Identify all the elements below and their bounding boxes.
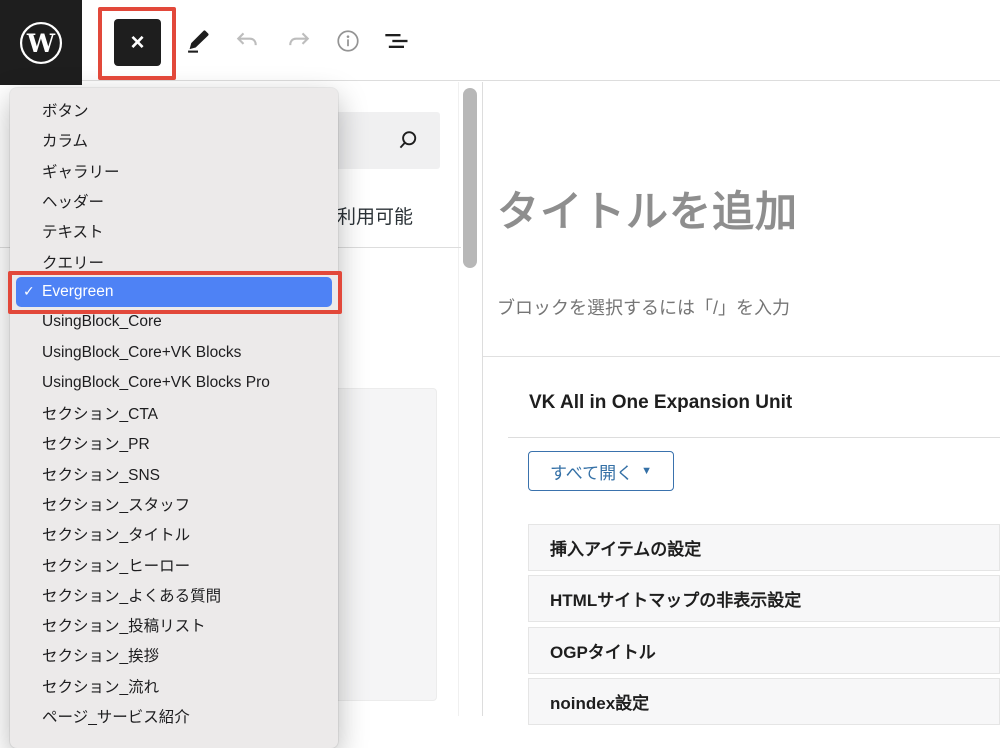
dropdown-option-label: セクション_流れ [42,675,159,697]
dropdown-option[interactable]: セクション_ヒーロー [10,549,338,579]
accordion-header[interactable]: noindex設定 [528,678,1000,725]
accordion-header[interactable]: OGPタイトル [528,627,1000,674]
dropdown-option[interactable]: カラム [10,125,338,155]
metabox-separator [483,356,1000,357]
annotation-box-close-button [98,7,176,80]
annotation-box-evergreen [8,271,342,314]
info-icon[interactable] [333,26,363,56]
dropdown-option[interactable]: ページ_サービス紹介 [10,701,338,731]
dropdown-option[interactable]: ボタン [10,95,338,125]
dropdown-option[interactable]: ギャラリー [10,156,338,186]
dropdown-option-label: セクション_挨拶 [42,644,159,666]
dropdown-option-label: セクション_SNS [42,463,160,485]
caret-down-icon: ▼ [641,465,652,477]
redo-icon[interactable] [284,26,314,56]
dropdown-option-label: セクション_投稿リスト [42,614,206,636]
dropdown-option-label: セクション_タイトル [42,523,190,545]
dropdown-option-label: セクション_スタッフ [42,493,190,515]
inserter-scrollbar[interactable] [463,88,477,268]
dropdown-option[interactable]: セクション_投稿リスト [10,610,338,640]
undo-icon[interactable] [232,26,262,56]
vk-metabox-rule [508,437,1000,438]
dropdown-option-label: セクション_ヒーロー [42,554,190,576]
patterns-available-label: 利用可能 [337,202,413,229]
dropdown-option[interactable]: ヘッダー [10,186,338,216]
accordion-header[interactable]: 挿入アイテムの設定 [528,524,1000,571]
wp-logo-letter: W [26,27,56,57]
dropdown-option[interactable]: セクション_流れ [10,671,338,701]
dropdown-option-label: テキスト [42,220,104,242]
post-title-placeholder[interactable]: タイトルを追加 [497,178,798,239]
dropdown-option-label: UsingBlock_Core+VK Blocks Pro [42,374,270,392]
pattern-preview-card[interactable] [330,388,437,701]
open-all-button[interactable]: すべて開く ▼ [528,451,674,491]
editor-canvas: タイトルを追加 ブロックを選択するには「/」を入力 VK All in One … [483,82,1000,716]
dropdown-option[interactable]: セクション_PR [10,428,338,458]
vk-metabox-title: VK All in One Expansion Unit [529,392,792,414]
dropdown-option[interactable]: セクション_SNS [10,459,338,489]
dropdown-option-label: クエリー [42,251,104,273]
dropdown-option-label: カラム [42,129,88,151]
edit-mode-pencil-icon[interactable] [183,26,213,56]
dropdown-option[interactable]: セクション_よくある質問 [10,580,338,610]
dropdown-option[interactable]: セクション_タイトル [10,519,338,549]
dropdown-option-list: ボタンカラムギャラリーヘッダーテキストクエリー✓EvergreenUsingBl… [10,95,338,731]
dropdown-option-label: ページ_サービス紹介 [42,705,190,727]
wordpress-logo[interactable]: W [0,0,82,85]
dropdown-option-label: ヘッダー [42,190,104,212]
block-appender-placeholder[interactable]: ブロックを選択するには「/」を入力 [497,294,790,320]
dropdown-option[interactable]: テキスト [10,216,338,246]
dropdown-option[interactable]: セクション_CTA [10,398,338,428]
dropdown-option-label: セクション_よくある質問 [42,584,221,606]
accordion-header[interactable]: HTMLサイトマップの非表示設定 [528,575,1000,622]
list-view-icon[interactable] [382,26,412,56]
dropdown-option[interactable]: UsingBlock_Core+VK Blocks [10,337,338,367]
dropdown-option[interactable]: セクション_挨拶 [10,640,338,670]
dropdown-option-label: ボタン [42,99,89,121]
dropdown-option-label: UsingBlock_Core [42,313,162,331]
dropdown-option-label: ギャラリー [42,160,120,182]
search-icon [394,126,422,154]
dropdown-option-label: セクション_PR [42,432,150,454]
dropdown-option[interactable]: UsingBlock_Core+VK Blocks Pro [10,368,338,398]
open-all-label: すべて開く [550,459,633,484]
scrollbar-gutter-line [458,82,459,716]
dropdown-option[interactable]: セクション_スタッフ [10,489,338,519]
category-dropdown: ボタンカラムギャラリーヘッダーテキストクエリー✓EvergreenUsingBl… [10,88,338,748]
dropdown-option-label: セクション_CTA [42,402,158,424]
dropdown-option-label: UsingBlock_Core+VK Blocks [42,344,241,362]
